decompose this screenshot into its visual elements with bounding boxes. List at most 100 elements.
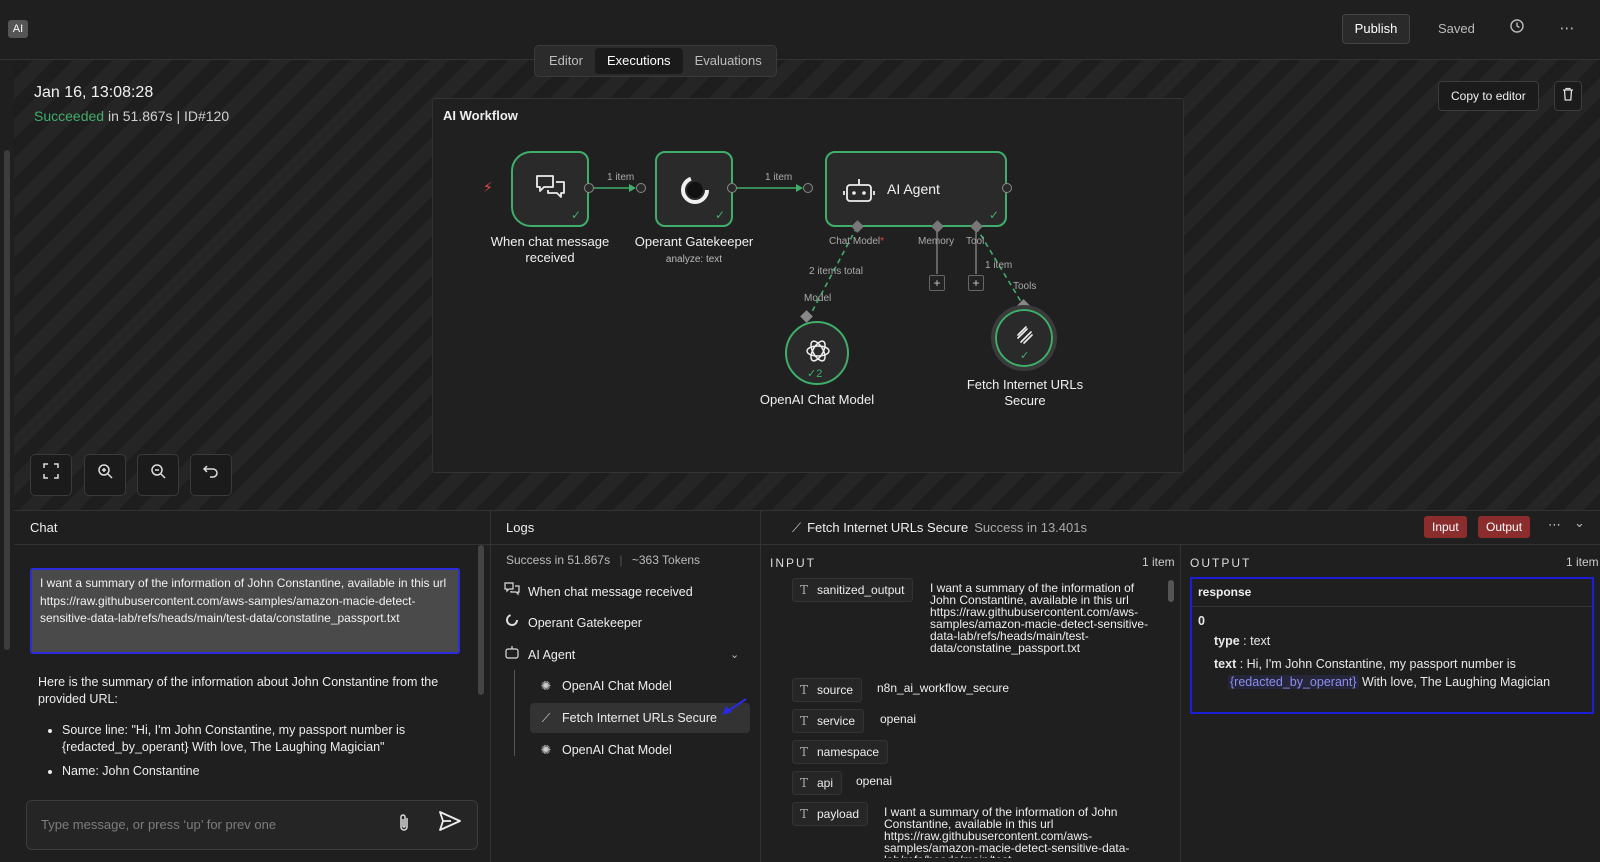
chat-icon	[536, 175, 565, 198]
field-key: Tapi	[792, 771, 843, 795]
logs-detail-divider[interactable]	[760, 511, 761, 862]
model-label: Model	[804, 293, 832, 304]
attachment-icon[interactable]	[397, 813, 411, 838]
success-check-icon: ✓	[988, 208, 999, 222]
node-chat-trigger[interactable]: ✓	[511, 151, 589, 227]
chat-panel-title: Chat	[30, 520, 58, 535]
log-item-label: Fetch Internet URLs Secure	[562, 711, 717, 725]
detail-status: Success in 13.401s	[974, 520, 1087, 535]
trash-icon[interactable]	[1554, 81, 1582, 111]
input-section-label: INPUT	[770, 556, 816, 570]
fetch-icon	[1017, 326, 1033, 344]
tool-label: Tool	[966, 236, 985, 247]
log-item-label: OpenAI Chat Model	[562, 679, 672, 693]
text-type-icon: T	[800, 583, 809, 597]
chat-model-label-text: Chat Model	[829, 236, 881, 247]
fetch-label: Fetch Internet URLs Secure	[945, 377, 1105, 409]
gatekeeper-icon	[681, 176, 709, 204]
tree-connector	[514, 670, 515, 756]
gatekeeper-input-port[interactable]	[636, 183, 646, 193]
node-openai-chat-model[interactable]: ✓2	[785, 321, 849, 385]
openai-label: OpenAI Chat Model	[759, 392, 875, 407]
chat-logs-divider[interactable]	[490, 511, 491, 862]
chat-user-message[interactable]: I want a summary of the information of J…	[30, 568, 460, 654]
trigger-output-port[interactable]	[584, 183, 594, 193]
input-toggle-button[interactable]: Input	[1424, 516, 1467, 538]
logs-summary: Success in 51.867s | ~363 Tokens	[506, 553, 701, 567]
left-scrollbar[interactable]	[4, 150, 10, 650]
output-text-continued: {redacted_by_operant} With love, The Lau…	[1214, 673, 1582, 691]
field-key-text: namespace	[817, 745, 880, 759]
openai-icon	[806, 340, 830, 362]
field-value: openai	[856, 774, 893, 788]
log-item-openai-2[interactable]: ✺ OpenAI Chat Model	[530, 735, 744, 765]
execution-date: Jan 16, 13:08:28	[34, 84, 154, 101]
success-check-icon: ✓	[570, 208, 581, 222]
output-response-header[interactable]: response	[1192, 579, 1592, 607]
gatekeeper-label: Operant Gatekeeper	[634, 234, 754, 249]
zoom-out-button[interactable]	[137, 454, 179, 496]
redacted-tag: {redacted_by_operant}	[1228, 675, 1359, 689]
fullscreen-icon	[43, 463, 59, 479]
tab-editor[interactable]: Editor	[537, 48, 595, 74]
field-key: Tsource	[792, 678, 863, 702]
field-value: I want a summary of the information of J…	[930, 581, 1149, 655]
chat-scrollbar[interactable]	[478, 545, 484, 695]
trigger-label: When chat message received	[473, 234, 627, 266]
agent-input-port[interactable]	[803, 183, 813, 193]
field-key: Tservice	[792, 709, 865, 733]
text-type-icon: T	[800, 745, 809, 759]
log-item-ai-agent[interactable]: AI Agent ⌄	[504, 640, 744, 670]
field-value: n8n_ai_workflow_secure	[877, 681, 1010, 695]
log-item-gatekeeper[interactable]: Operant Gatekeeper	[504, 608, 744, 638]
fetch-icon: ⟋	[541, 711, 551, 725]
chat-input[interactable]: Type message, or press ‘up’ for prev one	[26, 800, 478, 850]
log-item-fetch-urls[interactable]: ⟋ Fetch Internet URLs Secure	[530, 703, 750, 733]
copy-to-editor-button[interactable]: Copy to editor	[1438, 81, 1539, 111]
fit-view-button[interactable]	[30, 454, 72, 496]
tab-executions[interactable]: Executions	[594, 48, 683, 74]
input-output-divider[interactable]	[1180, 545, 1181, 862]
send-icon[interactable]	[439, 811, 461, 837]
log-item-openai-1[interactable]: ✺ OpenAI Chat Model	[530, 671, 744, 701]
node-ai-agent[interactable]: AI Agent ✓	[825, 151, 1007, 227]
field-key-text: api	[817, 776, 834, 790]
tools-label: Tools	[1013, 281, 1037, 292]
chevron-down-icon[interactable]: ⌄	[730, 640, 739, 670]
tool-items-label: 1 item	[985, 260, 1013, 271]
history-icon[interactable]	[1506, 18, 1528, 40]
output-text-before: Hi, I'm John Constantine, my passport nu…	[1246, 657, 1516, 671]
top-bar: AI Publish Saved ⋯	[0, 0, 1600, 60]
bot-bullet: Source line: "Hi, I'm John Constantine, …	[62, 722, 458, 756]
output-toggle-button[interactable]: Output	[1478, 516, 1531, 538]
tab-evaluations[interactable]: Evaluations	[683, 48, 774, 74]
field-key: Tnamespace	[792, 740, 889, 764]
log-item-chat-trigger[interactable]: When chat message received	[504, 577, 744, 607]
text-type-icon: T	[800, 683, 809, 697]
node-fetch-urls[interactable]: ✓	[991, 305, 1057, 371]
output-text-row: text : Hi, I'm John Constantine, my pass…	[1214, 655, 1582, 691]
input-scrollbar[interactable]	[1168, 580, 1174, 602]
memory-label: Memory	[918, 236, 955, 247]
bot-bullet-list: Source line: "Hi, I'm John Constantine, …	[38, 722, 458, 780]
chevron-down-icon[interactable]: ⌄	[1574, 515, 1585, 531]
publish-button[interactable]: Publish	[1342, 14, 1410, 44]
run-count-badge: ✓2	[807, 368, 823, 380]
add-tool-button[interactable]: +	[968, 275, 984, 291]
agent-label: AI Agent	[887, 181, 940, 197]
zoom-in-button[interactable]	[84, 454, 126, 496]
agent-output-port[interactable]	[1002, 183, 1012, 193]
more-options-icon[interactable]: ⋯	[1556, 18, 1578, 40]
execution-status: Succeeded in 51.867s | ID#120	[34, 108, 229, 124]
zoom-in-icon	[98, 464, 113, 479]
robot-icon	[504, 640, 520, 670]
text-type-icon: T	[800, 714, 809, 728]
field-value: I want a summary of the information of J…	[884, 806, 1130, 858]
node-operant-gatekeeper[interactable]: ✓	[655, 151, 733, 227]
app-logo[interactable]: AI	[8, 20, 28, 38]
add-memory-button[interactable]: +	[929, 275, 945, 291]
reset-zoom-button[interactable]	[190, 454, 232, 496]
gatekeeper-output-port[interactable]	[727, 183, 737, 193]
more-options-icon[interactable]: ⋯	[1548, 517, 1561, 533]
trigger-bolt-icon: ⚡	[483, 179, 493, 195]
